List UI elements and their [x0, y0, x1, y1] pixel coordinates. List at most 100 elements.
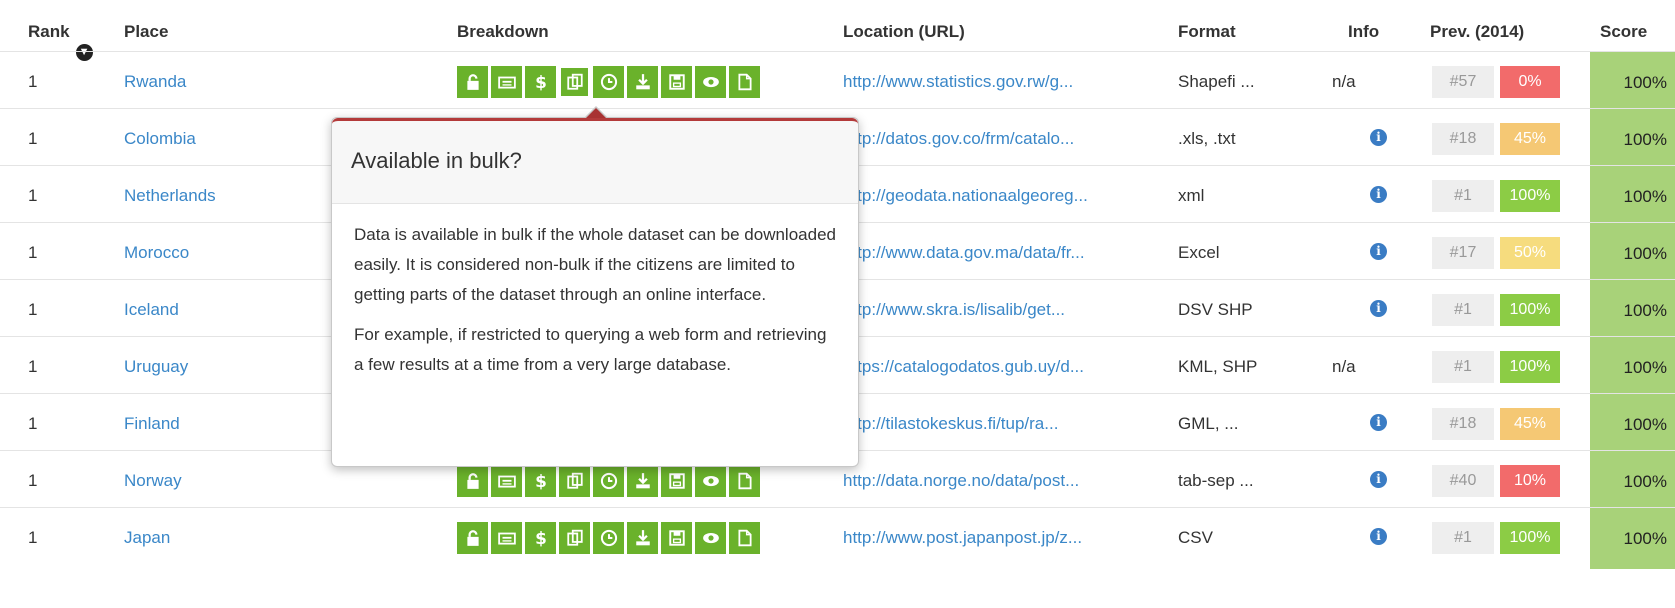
svg-text:$: $ [535, 73, 547, 91]
location-link[interactable]: https://catalogodatos.gub.uy/d... [843, 357, 1084, 377]
header-rank[interactable]: Rank ▼ [28, 22, 93, 61]
breakdown-download-icon[interactable] [627, 66, 658, 98]
breakdown-dollar-icon[interactable]: $ [525, 66, 556, 98]
header-breakdown: Breakdown [457, 22, 549, 41]
breakdown-copy-icon[interactable] [559, 522, 590, 554]
place-link[interactable]: Rwanda [124, 72, 186, 92]
prev-rank: #17 [1432, 237, 1494, 269]
header-location[interactable]: Location (URL) [843, 22, 965, 42]
score-cell: 100% [1590, 280, 1675, 341]
prev-percent: 10% [1500, 465, 1560, 497]
breakdown-icons: $ [457, 465, 760, 497]
prev-rank: #18 [1432, 123, 1494, 155]
breakdown-download-icon[interactable] [627, 522, 658, 554]
info-icon[interactable]: i [1370, 243, 1387, 260]
info-icon[interactable]: i [1370, 414, 1387, 431]
header-place[interactable]: Place [124, 22, 168, 42]
breakdown-clock-icon[interactable] [593, 522, 624, 554]
breakdown-eye-icon[interactable] [695, 522, 726, 554]
info-icon[interactable]: i [1370, 471, 1387, 488]
location-link[interactable]: http://www.statistics.gov.rw/g... [843, 72, 1073, 92]
prev-2014: #1 100% [1432, 176, 1568, 216]
prev-rank: #1 [1432, 294, 1494, 326]
breakdown-file-icon[interactable] [729, 465, 760, 497]
tooltip-paragraph: For example, if restricted to querying a… [354, 325, 827, 374]
rank-value: 1 [28, 357, 38, 376]
rank-value: 1 [28, 528, 38, 547]
breakdown-lock-icon[interactable] [457, 66, 488, 98]
score-cell: 100% [1590, 337, 1675, 398]
breakdown-clock-icon[interactable] [593, 465, 624, 497]
info-value: n/a [1332, 357, 1356, 376]
format-value: DSV SHP [1178, 300, 1253, 319]
place-link[interactable]: Colombia [124, 129, 196, 149]
breakdown-dollar-icon[interactable]: $ [525, 465, 556, 497]
breakdown-eye-icon[interactable] [695, 66, 726, 98]
location-link[interactable]: http://www.post.japanpost.jp/z... [843, 528, 1082, 548]
info-icon[interactable]: i [1370, 528, 1387, 545]
score-cell: 100% [1590, 52, 1675, 113]
breakdown-file-icon[interactable] [729, 522, 760, 554]
info-icon[interactable]: i [1370, 300, 1387, 317]
breakdown-lock-icon[interactable] [457, 465, 488, 497]
info-icon[interactable]: i [1370, 129, 1387, 146]
tooltip-arrow-accent [586, 108, 606, 118]
prev-percent: 100% [1500, 180, 1560, 212]
prev-rank: #57 [1432, 66, 1494, 98]
format-value: xml [1178, 186, 1205, 205]
header-score[interactable]: Score [1600, 22, 1647, 42]
score-cell: 100% [1590, 166, 1675, 227]
tooltip-body: Data is available in bulk if the whole d… [332, 204, 858, 380]
breakdown-dollar-icon[interactable]: $ [525, 522, 556, 554]
breakdown-file-icon[interactable] [729, 66, 760, 98]
breakdown-copy-icon[interactable] [559, 465, 590, 497]
rank-value: 1 [28, 186, 38, 205]
breakdown-icons: $ [457, 522, 760, 554]
breakdown-copy-icon[interactable] [559, 66, 590, 98]
rank-value: 1 [28, 72, 38, 91]
place-link[interactable]: Japan [124, 528, 170, 548]
prev-rank: #18 [1432, 408, 1494, 440]
breakdown-lock-icon[interactable] [457, 522, 488, 554]
breakdown-save-icon[interactable] [661, 66, 692, 98]
score-cell: 100% [1590, 394, 1675, 455]
place-link[interactable]: Netherlands [124, 186, 216, 206]
location-link[interactable]: http://datos.gov.co/frm/catalo... [843, 129, 1074, 149]
score-value: 100% [1623, 415, 1667, 434]
breakdown-save-icon[interactable] [661, 522, 692, 554]
prev-percent: 45% [1500, 123, 1560, 155]
breakdown-clock-icon[interactable] [593, 66, 624, 98]
tooltip-title: Available in bulk? [332, 118, 858, 204]
place-link[interactable]: Morocco [124, 243, 189, 263]
score-cell: 100% [1590, 223, 1675, 284]
svg-text:$: $ [535, 529, 547, 547]
rank-value: 1 [28, 243, 38, 262]
location-link[interactable]: http://tilastokeskus.fi/tup/ra... [843, 414, 1058, 434]
prev-percent: 0% [1500, 66, 1560, 98]
place-link[interactable]: Finland [124, 414, 180, 434]
header-format[interactable]: Format [1178, 22, 1236, 42]
breakdown-keyboard-icon[interactable] [491, 66, 522, 98]
rank-value: 1 [28, 300, 38, 319]
table-row: 1 Rwanda $ http://www.statistics.gov.rw/g..… [0, 51, 1675, 113]
prev-percent: 100% [1500, 351, 1560, 383]
breakdown-eye-icon[interactable] [695, 465, 726, 497]
location-link[interactable]: http://www.data.gov.ma/data/fr... [843, 243, 1085, 263]
breakdown-keyboard-icon[interactable] [491, 522, 522, 554]
place-link[interactable]: Iceland [124, 300, 179, 320]
info-icon[interactable]: i [1370, 186, 1387, 203]
prev-rank: #1 [1432, 180, 1494, 212]
place-link[interactable]: Uruguay [124, 357, 188, 377]
header-prev[interactable]: Prev. (2014) [1430, 22, 1524, 42]
place-link[interactable]: Norway [124, 471, 182, 491]
breakdown-download-icon[interactable] [627, 465, 658, 497]
prev-2014: #17 50% [1432, 233, 1568, 273]
location-link[interactable]: http://geodata.nationaalgeoreg... [843, 186, 1088, 206]
location-link[interactable]: http://data.norge.no/data/post... [843, 471, 1079, 491]
prev-2014: #18 45% [1432, 404, 1568, 444]
breakdown-save-icon[interactable] [661, 465, 692, 497]
score-value: 100% [1623, 358, 1667, 377]
breakdown-keyboard-icon[interactable] [491, 465, 522, 497]
score-value: 100% [1623, 244, 1667, 263]
location-link[interactable]: http://www.skra.is/lisalib/get... [843, 300, 1065, 320]
